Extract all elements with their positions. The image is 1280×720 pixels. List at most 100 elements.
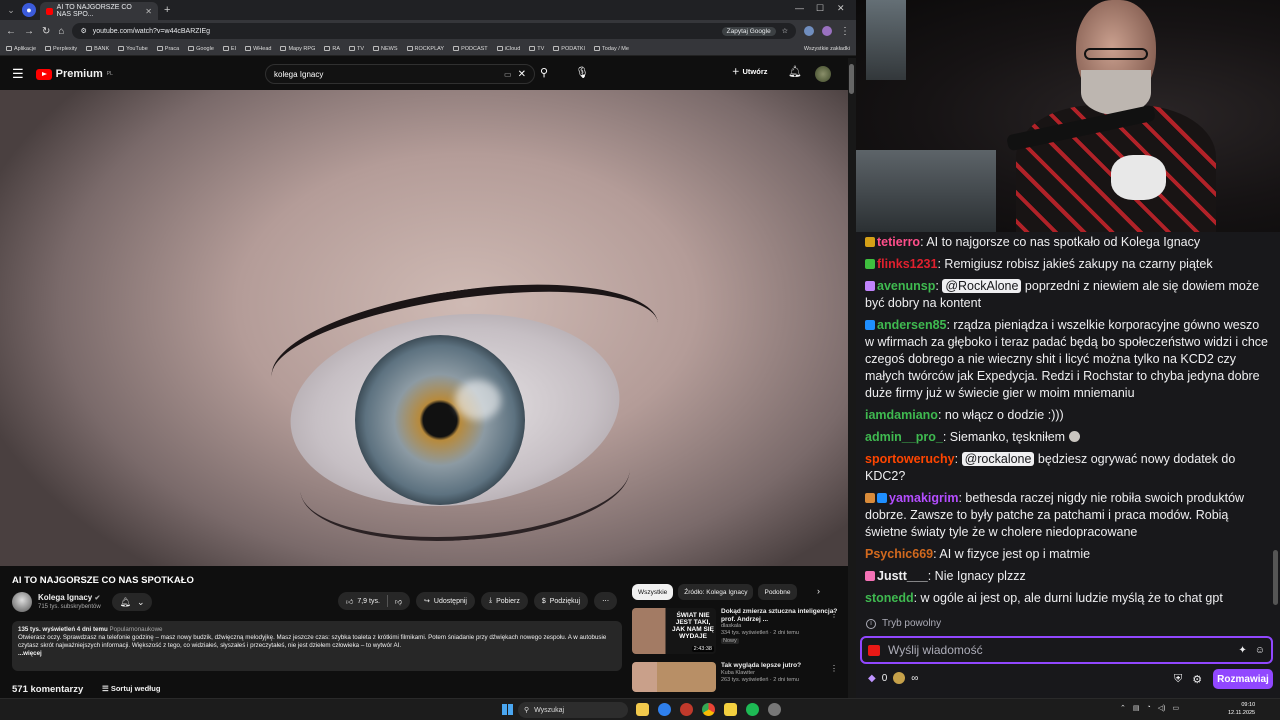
network-icon[interactable]: ▤ <box>1133 704 1140 712</box>
category-tag[interactable]: Popularnonaukowe <box>110 626 163 633</box>
chat-badge-icon[interactable] <box>865 237 875 247</box>
edge-icon[interactable] <box>658 703 671 716</box>
home-icon[interactable]: ⌂ <box>58 26 64 37</box>
thanks-button[interactable]: $ Podziękuj <box>533 592 589 610</box>
menu-hamburger-icon[interactable]: ☰ <box>12 66 24 82</box>
share-button[interactable]: ↪ Udostępnij <box>416 592 475 610</box>
recommendation-title[interactable]: Tak wygląda lepsze jutro? <box>721 662 801 670</box>
battery-icon[interactable]: ▭ <box>1172 704 1179 712</box>
tab-active[interactable]: AI TO NAJGORSZE CO NAS SPO... ✕ <box>40 2 158 20</box>
bookmark-item[interactable]: PODATKI <box>553 46 585 52</box>
menu-dots-icon[interactable]: ⋮ <box>840 26 850 37</box>
chat-send-button[interactable]: Rozmawiaj <box>1213 669 1273 689</box>
microphone-icon[interactable]: 🎙︎ <box>575 66 589 79</box>
bookmark-item[interactable]: Today / Me <box>594 46 629 52</box>
scrollbar-thumb[interactable] <box>849 64 854 94</box>
channel-points-icon[interactable] <box>893 672 906 684</box>
new-tab-button[interactable]: + <box>164 4 170 16</box>
search-input[interactable]: kolega Ignacy ▭ ✕ <box>265 64 535 84</box>
chip-source[interactable]: Źródło: Kolega Ignacy <box>678 584 754 600</box>
bookmark-item[interactable]: BANK <box>86 46 109 52</box>
minimize-icon[interactable]: — <box>795 3 804 13</box>
back-icon[interactable]: ← <box>6 26 16 37</box>
tab-search-icon[interactable]: ⌄ <box>4 3 18 17</box>
bookmark-item[interactable]: ROCKPLAY <box>406 46 444 52</box>
all-bookmarks-button[interactable]: Wszystkie zakładki <box>804 46 850 52</box>
ask-google-button[interactable]: Zapytaj Google <box>721 26 776 36</box>
more-actions-icon[interactable]: ⋯ <box>594 592 618 610</box>
site-info-icon[interactable]: ⚙ <box>80 27 86 35</box>
chip-all[interactable]: Wszystkie <box>632 584 674 600</box>
settings-gear-icon[interactable]: ⚙ <box>1192 673 1202 686</box>
wifi-icon[interactable]: ◔ <box>1147 704 1151 712</box>
chat-username[interactable]: stonedd <box>865 591 914 605</box>
more-options-icon[interactable]: ⋮ <box>830 610 838 619</box>
chat-scrollbar[interactable] <box>1273 550 1278 605</box>
channel-name[interactable]: Kolega Ignacy ✔ <box>38 593 100 602</box>
recommendation-channel[interactable]: Kuba Klawiter <box>721 670 801 677</box>
bookmark-star-icon[interactable]: ☆ <box>782 27 788 35</box>
more-link[interactable]: ...więcej <box>18 650 616 658</box>
close-tab-icon[interactable]: ✕ <box>145 7 152 16</box>
keyboard-icon[interactable]: ▭ <box>504 70 512 79</box>
chat-username[interactable]: admin__pro_ <box>865 430 943 444</box>
recommendation-channel[interactable]: dlaskala <box>721 623 838 630</box>
video-thumbnail[interactable] <box>632 662 716 692</box>
bookmark-item[interactable]: TV <box>349 46 364 52</box>
chat-username[interactable]: flinks1231 <box>877 257 937 271</box>
bookmark-item[interactable]: PODCAST <box>453 46 488 52</box>
bookmark-item[interactable]: Perplexity <box>45 46 77 52</box>
chat-username[interactable]: Justt___ <box>877 569 928 583</box>
chat-username[interactable]: iamdamiano <box>865 408 938 422</box>
maximize-icon[interactable]: ☐ <box>816 3 824 14</box>
chat-username[interactable]: tetierro <box>877 235 920 249</box>
bookmark-item[interactable]: NEWS <box>373 46 398 52</box>
notes-icon[interactable] <box>724 703 737 716</box>
file-explorer-icon[interactable] <box>636 703 649 716</box>
like-button[interactable]: 👍︎ 7,9 tys. 👎︎ <box>338 592 411 610</box>
chat-username[interactable]: sportoweruchy <box>865 452 955 466</box>
volume-icon[interactable]: ◁) <box>1158 704 1166 712</box>
app-icon[interactable] <box>768 703 781 716</box>
recommendation-title[interactable]: Dokąd zmierza sztuczna inteligencja? pro… <box>721 608 838 623</box>
clear-search-icon[interactable]: ✕ <box>518 69 526 80</box>
page-scrollbar[interactable] <box>848 58 856 698</box>
chrome-icon[interactable] <box>702 703 715 716</box>
chat-badge-icon[interactable] <box>865 281 875 291</box>
shield-icon[interactable]: ⛨ <box>1174 673 1182 686</box>
channel-avatar[interactable] <box>12 592 32 612</box>
chat-badge-icon[interactable] <box>865 320 875 330</box>
bookmark-item[interactable]: RA <box>324 46 340 52</box>
bookmark-item[interactable]: EI <box>222 46 236 52</box>
account-avatar[interactable] <box>815 66 831 82</box>
bookmark-item[interactable]: Mapy RPG <box>280 46 315 52</box>
recommendation-item[interactable]: Tak wygląda lepsze jutro? Kuba Klawiter … <box>632 662 838 692</box>
chevron-right-icon[interactable]: › <box>817 586 820 596</box>
extension-icon[interactable] <box>804 26 814 36</box>
description-box[interactable]: 135 tys. wyświetleń 4 dni temu Popularno… <box>12 621 622 671</box>
bookmark-item[interactable]: Aplikacje <box>6 46 36 52</box>
video-player[interactable] <box>0 90 848 566</box>
notifications-bell-icon[interactable]: 🔔︎ <box>788 65 802 78</box>
bookmark-item[interactable]: WHead <box>245 46 271 52</box>
emote-picker-icon[interactable]: ☺ <box>1255 645 1265 656</box>
thumbs-down-icon[interactable]: 👎︎ <box>395 597 402 606</box>
bookmark-item[interactable]: Praca <box>156 46 179 52</box>
create-button[interactable]: ＋ Utwórz <box>732 66 768 77</box>
chat-input[interactable]: Wyślij wiadomość ✦ ☺ <box>860 636 1273 664</box>
taskbar-clock[interactable]: 09:10 12.11.2025 <box>1228 701 1255 717</box>
close-window-icon[interactable]: ✕ <box>837 3 845 14</box>
windows-start-icon[interactable] <box>502 704 513 715</box>
profile-icon[interactable]: ● <box>22 3 36 17</box>
search-icon[interactable]: ⚲ <box>540 66 548 79</box>
forward-icon[interactable]: → <box>24 26 34 37</box>
spotify-icon[interactable] <box>746 703 759 716</box>
sort-button[interactable]: ☰ Sortuj według <box>102 684 160 693</box>
chip-related[interactable]: Podobne <box>758 584 797 600</box>
chat-username[interactable]: yamakigrim <box>889 491 958 505</box>
chat-emote-icon[interactable] <box>1069 431 1081 442</box>
taskbar-search[interactable]: ⚲ Wyszukaj <box>518 702 628 718</box>
download-button[interactable]: ⤓ Pobierz <box>480 592 528 610</box>
youtube-logo[interactable]: Premium PL <box>35 68 113 80</box>
chat-badge-icon[interactable] <box>865 493 875 503</box>
